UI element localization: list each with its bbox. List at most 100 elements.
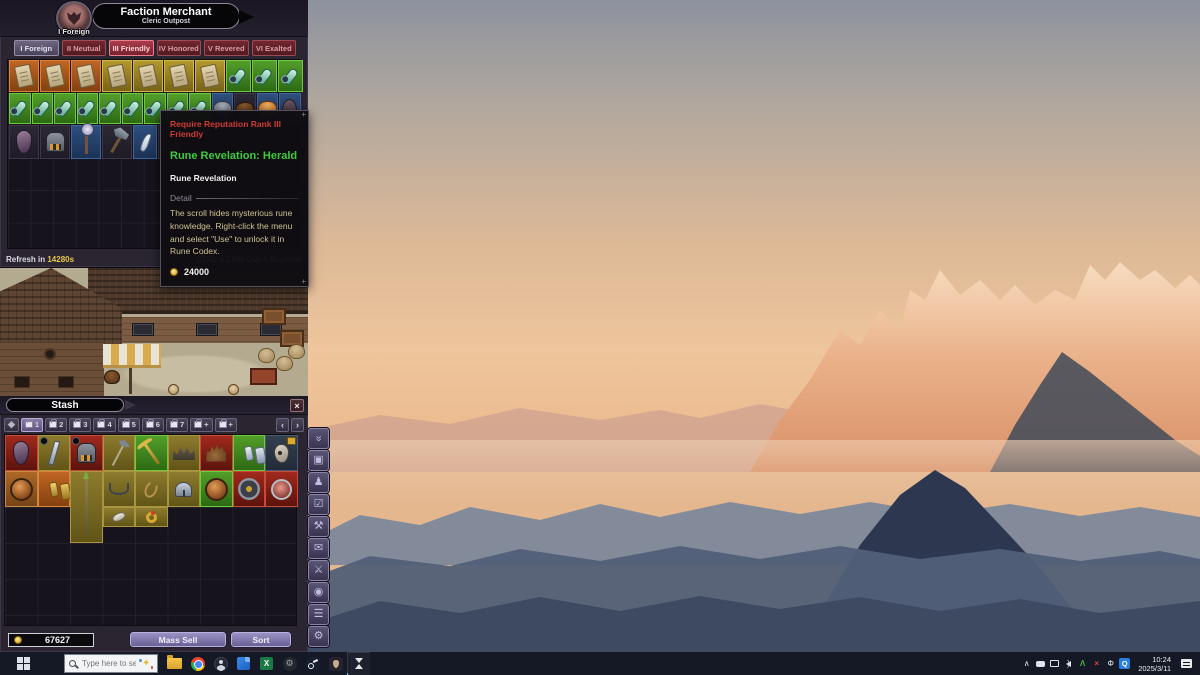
- item-boots[interactable]: [278, 60, 303, 92]
- taskbar-app-account[interactable]: [209, 652, 232, 675]
- reputation-tab-ii-neutual[interactable]: II Neutual: [62, 40, 107, 56]
- quest-button[interactable]: ☑: [308, 494, 329, 515]
- item-hook[interactable]: [135, 471, 168, 507]
- stash-tab-6[interactable]: 6: [142, 418, 164, 432]
- item-silver-gauntlets[interactable]: [233, 435, 266, 471]
- stash-tab-3[interactable]: 3: [69, 418, 91, 432]
- item-wooden-round-shield[interactable]: [5, 471, 38, 507]
- item-boots[interactable]: [99, 93, 121, 124]
- tray-display-icon[interactable]: [1048, 656, 1061, 672]
- taskbar-app-guard[interactable]: [324, 652, 347, 675]
- item-boots[interactable]: [32, 93, 54, 124]
- taskbar-app-chrome[interactable]: [186, 652, 209, 675]
- stash-tab-add-2[interactable]: +: [215, 418, 237, 432]
- tray-alert-icon[interactable]: ×: [1090, 656, 1103, 672]
- npc-sprite[interactable]: [228, 384, 239, 395]
- reputation-tab-v-revered[interactable]: V Revered: [204, 40, 249, 56]
- item-blade[interactable]: [38, 435, 71, 471]
- item-pink-round-shield[interactable]: [265, 471, 298, 507]
- close-icon[interactable]: ×: [290, 399, 304, 412]
- alerts-button[interactable]: ◉: [308, 582, 329, 603]
- item-kite-shield[interactable]: [9, 125, 39, 159]
- item-scroll[interactable]: [164, 60, 194, 92]
- stash-tab-5[interactable]: 5: [118, 418, 140, 432]
- item-boots[interactable]: [9, 93, 31, 124]
- taskbar-app-excel[interactable]: X: [255, 652, 278, 675]
- tray-phi-icon[interactable]: Φ: [1104, 656, 1117, 672]
- taskbar-app-steam[interactable]: [301, 652, 324, 675]
- sort-button[interactable]: Sort: [231, 632, 291, 647]
- mail-button[interactable]: ✉: [308, 538, 329, 559]
- item-boots[interactable]: [77, 93, 99, 124]
- item-scepter[interactable]: [71, 125, 101, 159]
- item-gold-pick[interactable]: [135, 435, 168, 471]
- item-scroll[interactable]: [9, 60, 39, 92]
- item-gold-ring[interactable]: [135, 507, 168, 527]
- item-scroll[interactable]: [195, 60, 225, 92]
- taskbar-app-file-explorer[interactable]: [163, 652, 186, 675]
- item-dark-crown[interactable]: [168, 435, 201, 471]
- taskbar-app-game[interactable]: [347, 652, 370, 675]
- settings-button[interactable]: ⚙: [308, 626, 329, 647]
- item-polearm[interactable]: [103, 435, 136, 471]
- item-boots[interactable]: [122, 93, 144, 124]
- item-silver-oval[interactable]: [103, 507, 136, 527]
- item-orange-round-shield[interactable]: [200, 471, 233, 507]
- stash-nav-left[interactable]: ‹: [276, 418, 289, 432]
- npc-sprite[interactable]: [168, 384, 179, 395]
- scroll-icon: [138, 64, 158, 89]
- tray-volume-glyph: [1066, 661, 1071, 667]
- taskbar-app-mail[interactable]: [232, 652, 255, 675]
- tray-volume-icon[interactable]: [1062, 656, 1075, 672]
- tray-expand-icon[interactable]: ∧: [1020, 656, 1033, 672]
- item-spiked-helm[interactable]: [200, 435, 233, 471]
- item-boots[interactable]: [226, 60, 251, 92]
- reputation-tab-i-foreign[interactable]: I Foreign: [14, 40, 59, 56]
- action-center-button[interactable]: [1178, 656, 1194, 672]
- reputation-tab-iv-honored[interactable]: IV Honored: [157, 40, 202, 56]
- start-button[interactable]: [0, 652, 46, 675]
- inventory-button[interactable]: ▣: [308, 450, 329, 471]
- stash-tab-4[interactable]: 4: [93, 418, 115, 432]
- item-scroll[interactable]: [40, 60, 70, 92]
- item-dark-shield[interactable]: [5, 435, 38, 471]
- item-scroll[interactable]: [71, 60, 101, 92]
- search-input[interactable]: [80, 658, 138, 669]
- crafting-button[interactable]: ⚒: [308, 516, 329, 537]
- chest-plate-icon: [46, 132, 65, 152]
- taskbar-search[interactable]: ✦: [64, 654, 158, 673]
- item-spear[interactable]: [70, 471, 103, 543]
- stash-tab-2[interactable]: 2: [45, 418, 67, 432]
- tray-net-icon[interactable]: Λ: [1076, 656, 1089, 672]
- stash-nav-right[interactable]: ›: [291, 418, 304, 432]
- item-wheel-shield[interactable]: [233, 471, 266, 507]
- stash-tab-7[interactable]: 7: [166, 418, 188, 432]
- taskbar-clock[interactable]: 10:24 2025/3/11: [1132, 655, 1177, 673]
- tray-qq-icon[interactable]: Q: [1118, 656, 1131, 672]
- item-chest-plate[interactable]: [40, 125, 70, 159]
- item-boots[interactable]: [252, 60, 277, 92]
- stash-tab-add-1[interactable]: +: [190, 418, 212, 432]
- skills-button[interactable]: ⚔: [308, 560, 329, 581]
- log-button[interactable]: ☰: [308, 604, 329, 625]
- item-necklace[interactable]: [103, 471, 136, 507]
- character-button[interactable]: ♟: [308, 472, 329, 493]
- side-toolbar: »▣♟☑⚒✉⚔◉☰⚙: [308, 428, 332, 647]
- item-boots[interactable]: [54, 93, 76, 124]
- item-plague-mask[interactable]: [265, 435, 298, 471]
- reputation-tab-iii-friendly[interactable]: III Friendly: [109, 40, 154, 56]
- item-gold-gauntlets[interactable]: [38, 471, 71, 507]
- item-dagger[interactable]: [133, 125, 157, 159]
- item-scroll[interactable]: [133, 60, 163, 92]
- tray-controller-icon[interactable]: [1034, 656, 1047, 672]
- mass-sell-button[interactable]: Mass Sell: [130, 632, 226, 647]
- stash-tab-gems[interactable]: ◆: [4, 418, 19, 432]
- item-scroll[interactable]: [102, 60, 132, 92]
- stash-tab-1[interactable]: 1: [21, 418, 43, 432]
- item-brown-armor[interactable]: [70, 435, 103, 471]
- collapse-button[interactable]: »: [308, 428, 329, 449]
- taskbar-app-launcher[interactable]: ⚙: [278, 652, 301, 675]
- reputation-tab-vi-exalted[interactable]: VI Exalted: [252, 40, 297, 56]
- item-great-helm[interactable]: [168, 471, 201, 507]
- item-battle-axe[interactable]: [102, 125, 132, 159]
